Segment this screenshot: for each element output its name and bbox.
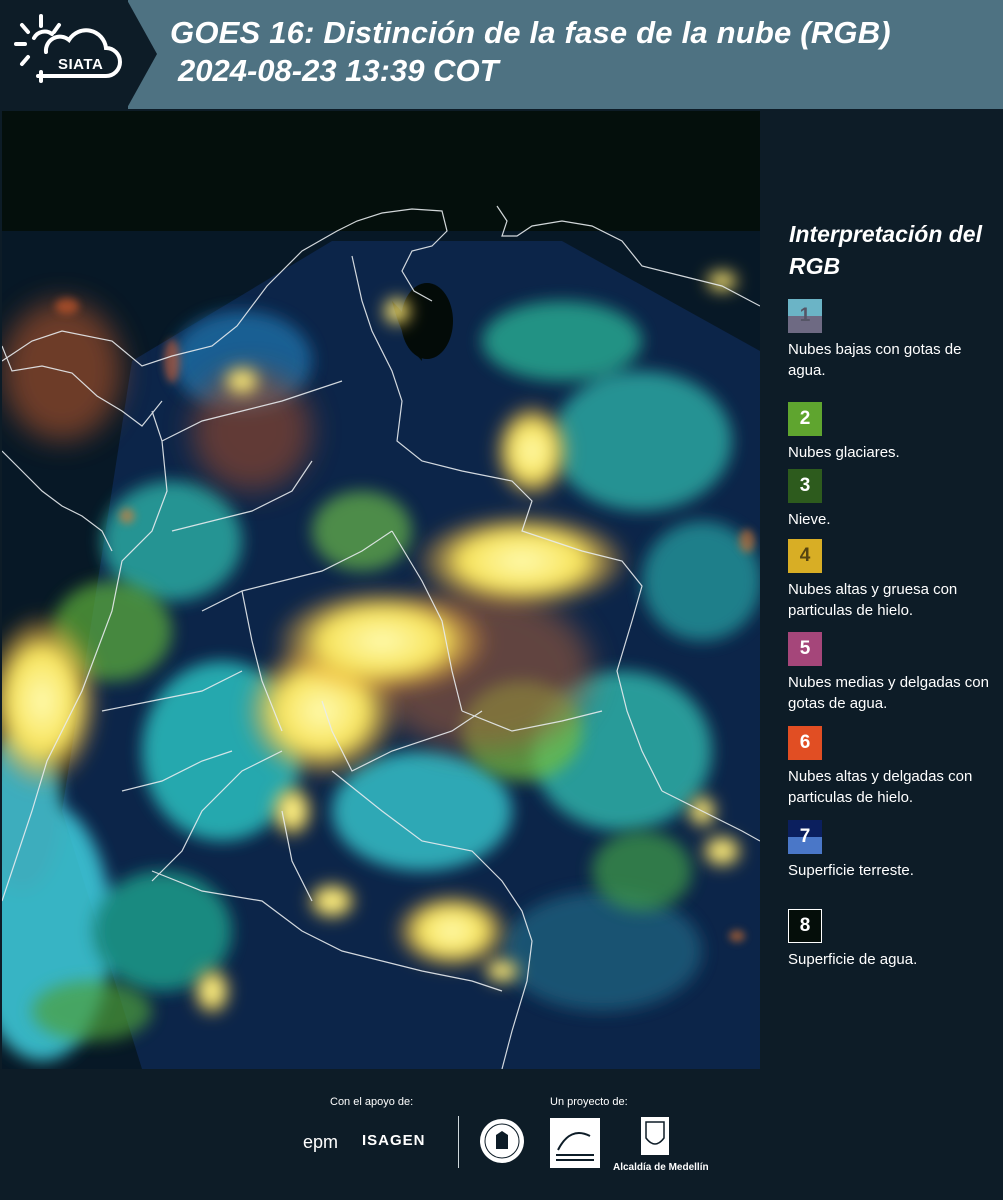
isagen-logo: ISAGEN	[362, 1132, 426, 1149]
sun-cloud-icon	[14, 14, 122, 83]
legend-number: 3	[799, 475, 811, 496]
legend-swatch: 7	[788, 820, 822, 854]
legend-swatch: 4	[788, 539, 822, 573]
footer: Con el apoyo de: Un proyecto de: epm ISA…	[0, 1070, 1003, 1200]
siata-logo: SIATA	[14, 12, 124, 96]
legend-item: 1 Nubes bajas con gotas de agua.	[788, 299, 1003, 381]
satellite-image	[2, 111, 760, 1069]
logo-text: SIATA	[58, 56, 104, 73]
university-seal-icon	[480, 1119, 524, 1163]
legend-number: 2	[799, 408, 811, 429]
legend-label: Nubes glaciares.	[788, 444, 900, 461]
legend-item: 2 Nubes glaciares.	[788, 402, 1003, 463]
epm-logo: epm	[303, 1132, 339, 1152]
legend-swatch: 3	[788, 469, 822, 503]
legend-swatch: 5	[788, 632, 822, 666]
legend-label: Superficie de agua.	[788, 951, 918, 968]
legend-item: 6 Nubes altas y delgadas con particulas d…	[788, 726, 1003, 808]
legend-swatch: 2	[788, 402, 822, 436]
legend-number: 7	[799, 826, 811, 847]
legend-item: 7 Superficie terreste.	[788, 820, 1003, 881]
legend-number: 8	[799, 915, 811, 936]
legend-title: Interpretación del RGB	[789, 221, 982, 279]
alcaldia-text: Alcaldía de Medellín	[613, 1162, 709, 1173]
legend-panel: Interpretación del RGB 1 Nubes bajas con …	[775, 110, 1003, 1070]
legend-label: Nubes bajas con gotas de agua.	[788, 341, 962, 379]
legend-label: Nubes altas y delgadas con particulas de…	[788, 768, 973, 806]
alcaldia-shield-icon	[641, 1117, 669, 1155]
legend-swatch: 1	[788, 299, 822, 333]
legend-item: 4 Nubes altas y gruesa con particulas de …	[788, 539, 1003, 621]
legend-swatch: 8	[788, 909, 822, 943]
footer-divider	[458, 1116, 459, 1168]
legend-label: Nubes medias y delgadas con gotas de agu…	[788, 674, 989, 712]
legend-label: Nieve.	[788, 511, 831, 528]
support-label: Con el apoyo de:	[330, 1096, 414, 1108]
legend-number: 1	[799, 305, 811, 326]
legend-item: 8 Superficie de agua.	[788, 909, 1003, 970]
satellite-map	[2, 111, 760, 1069]
legend-item: 3 Nieve.	[788, 469, 1003, 530]
logo-chevron	[127, 0, 157, 108]
legend-number: 5	[799, 638, 811, 659]
legend-label: Nubes altas y gruesa con particulas de h…	[788, 581, 958, 619]
legend-item: 5 Nubes medias y delgadas con gotas de ag…	[788, 632, 1003, 714]
project-label: Un proyecto de:	[550, 1096, 628, 1108]
legend-number: 6	[799, 732, 811, 753]
page-timestamp: 2024-08-23 13:39 COT	[178, 53, 499, 88]
legend-swatch: 6	[788, 726, 822, 760]
legend-label: Superficie terreste.	[788, 862, 914, 879]
logo-tab: SIATA	[0, 0, 128, 109]
header-banner: SIATA GOES 16: Distinción de la fase de …	[0, 0, 1003, 109]
page-title: GOES 16: Distinción de la fase de la nub…	[170, 15, 891, 50]
legend-number: 4	[799, 545, 811, 566]
area-metropolitana-logo-icon	[550, 1118, 600, 1168]
